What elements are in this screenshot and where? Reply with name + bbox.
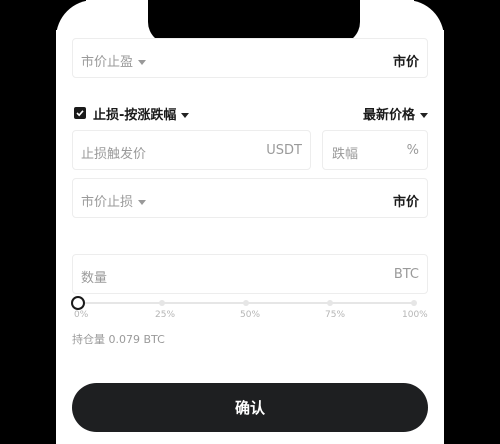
stop-loss-mode-selector[interactable]: 止损-按涨跌幅	[93, 104, 190, 123]
quantity-unit: BTC	[393, 267, 419, 282]
slider-mark-label: 25%	[155, 310, 176, 320]
slider-tick[interactable]	[327, 300, 333, 306]
stop-loss-checkbox[interactable]	[74, 107, 86, 119]
bezel-left	[0, 0, 56, 444]
percent-unit: %	[406, 143, 419, 158]
bezel-right	[444, 0, 500, 444]
stop-loss-order-type-selector[interactable]: 市价止损	[81, 191, 147, 210]
trigger-price-placeholder: 止损触发价	[81, 147, 147, 162]
quantity-placeholder: 数量	[81, 271, 108, 286]
chevron-down-icon	[138, 60, 147, 65]
screen: 市价止盈 市价 止损-按涨跌幅 最新价格 止损触发价 USDT 跌幅 % 市价止…	[56, 0, 444, 444]
slider-mark-label: 50%	[240, 310, 261, 320]
quantity-field[interactable]: 数量 BTC	[72, 254, 428, 294]
slider-thumb[interactable]	[71, 296, 85, 310]
slider-track	[75, 300, 417, 306]
chevron-down-icon	[138, 200, 147, 205]
slider-tick[interactable]	[159, 300, 165, 306]
confirm-button[interactable]: 确认	[72, 383, 428, 432]
take-profit-price-label: 市价	[392, 55, 419, 70]
price-type-selector[interactable]: 最新价格	[363, 104, 428, 123]
slider-mark-label: 100%	[402, 310, 428, 320]
stop-loss-mode-label: 止损-按涨跌幅	[93, 108, 177, 123]
slider-mark-label: 0%	[74, 310, 89, 320]
position-amount-text: 持仓量 0.079 BTC	[72, 333, 165, 346]
trigger-price-unit: USDT	[266, 143, 302, 158]
checkmark-icon	[76, 110, 84, 117]
stop-loss-order-type-label: 市价止损	[81, 195, 134, 210]
chevron-down-icon	[181, 113, 190, 118]
take-profit-order-type-selector[interactable]: 市价止盈	[81, 51, 147, 70]
price-type-label: 最新价格	[362, 108, 415, 123]
chevron-down-icon	[420, 113, 428, 118]
stop-loss-trigger-price-field[interactable]: 止损触发价 USDT	[72, 130, 311, 170]
slider-tick[interactable]	[243, 300, 249, 306]
percent-placeholder: 跌幅	[332, 147, 359, 162]
slider-mark-label: 75%	[325, 310, 346, 320]
take-profit-order-type-field[interactable]: 市价止盈 市价	[72, 38, 428, 78]
stop-loss-price-label: 市价	[392, 195, 419, 210]
stop-loss-order-type-field[interactable]: 市价止损 市价	[72, 178, 428, 218]
take-profit-order-type-label: 市价止盈	[81, 55, 134, 70]
stop-loss-percent-field[interactable]: 跌幅 %	[322, 130, 428, 170]
slider-tick[interactable]	[411, 300, 417, 306]
